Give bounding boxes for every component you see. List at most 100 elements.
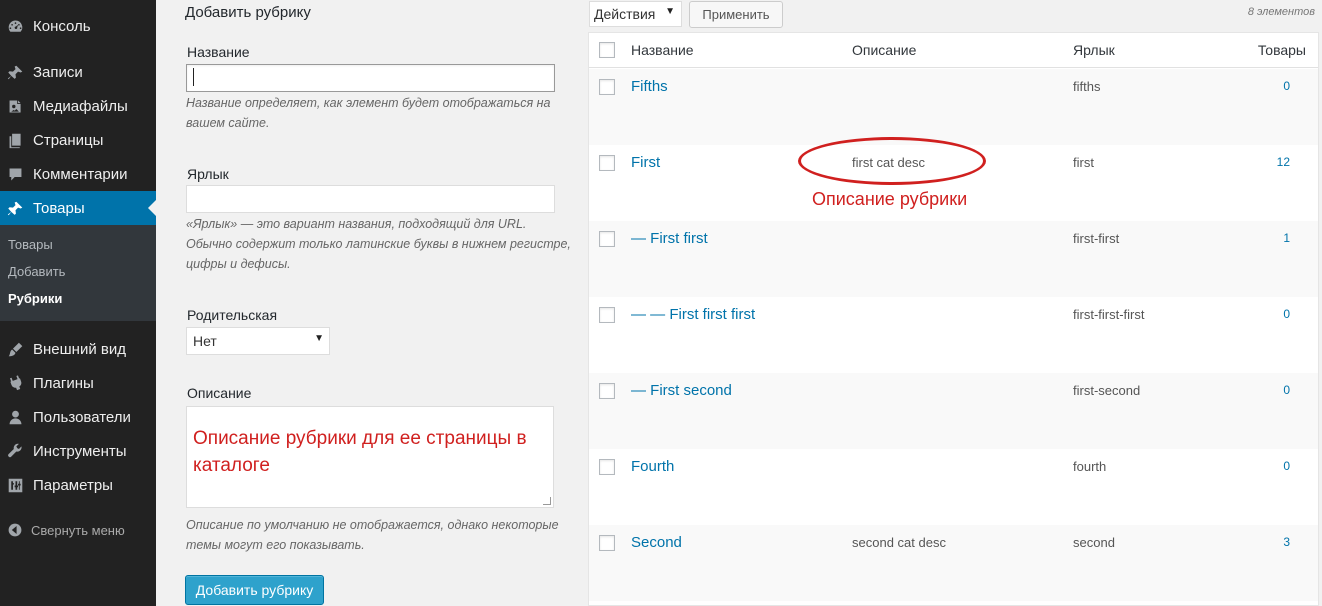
- menu-item-plugins[interactable]: Плагины: [0, 366, 156, 400]
- name-hint: Название определяет, как элемент будет о…: [186, 96, 551, 130]
- category-count-link[interactable]: 12: [1277, 155, 1290, 169]
- collapse-menu-button[interactable]: Свернуть меню: [0, 518, 156, 542]
- category-name-link[interactable]: — First first: [631, 230, 708, 247]
- category-name-link[interactable]: Second: [631, 534, 682, 551]
- category-slug: fifths: [1073, 79, 1101, 94]
- wrench-icon: [6, 442, 24, 460]
- category-name-link[interactable]: Fifths: [631, 78, 668, 95]
- menu-item-label: Внешний вид: [33, 340, 126, 358]
- table-row: — — First first first first-first-first …: [589, 297, 1318, 373]
- row-checkbox[interactable]: [599, 231, 615, 247]
- bulk-actions-value: Действия: [594, 6, 656, 22]
- categories-table: Название Описание Ярлык Товары Fifths fi…: [588, 32, 1319, 606]
- menu-item-label: Страницы: [33, 131, 104, 149]
- pin-icon: [6, 199, 24, 217]
- category-count-link[interactable]: 0: [1283, 307, 1290, 321]
- menu-item-label: Комментарии: [33, 165, 128, 183]
- menu-item-appearance[interactable]: Внешний вид: [0, 332, 156, 366]
- annotation-label: Описание рубрики: [812, 189, 968, 209]
- parent-label: Родительская: [187, 307, 278, 323]
- select-all-checkbox[interactable]: [599, 42, 615, 58]
- resize-handle[interactable]: [543, 497, 551, 505]
- column-header-count[interactable]: Товары: [1258, 42, 1306, 58]
- name-input[interactable]: [186, 64, 555, 92]
- name-label: Название: [187, 44, 250, 60]
- parent-select[interactable]: Нет ▼: [186, 327, 330, 355]
- row-checkbox[interactable]: [599, 459, 615, 475]
- submenu-item-add[interactable]: Добавить: [8, 264, 65, 279]
- slug-hint: «Ярлык» — это вариант названия, подходящ…: [186, 217, 571, 271]
- category-count-link[interactable]: 0: [1283, 383, 1290, 397]
- slug-label: Ярлык: [187, 166, 229, 182]
- pages-icon: [6, 131, 24, 149]
- menu-item-pages[interactable]: Страницы: [0, 123, 156, 157]
- add-category-form: Добавить рубрику Название Название опред…: [156, 0, 576, 606]
- category-name-link[interactable]: — — First first first: [631, 306, 755, 323]
- menu-item-posts[interactable]: Записи: [0, 55, 156, 89]
- column-header-description[interactable]: Описание: [852, 42, 916, 58]
- category-name-link[interactable]: Fourth: [631, 458, 674, 475]
- table-row: Fifths fifths 0: [589, 69, 1318, 145]
- menu-item-tools[interactable]: Инструменты: [0, 434, 156, 468]
- parent-select-value: Нет: [193, 333, 217, 349]
- chevron-down-icon: ▼: [314, 333, 324, 344]
- products-submenu: Товары Добавить Рубрики: [0, 225, 156, 321]
- dashboard-icon: [6, 17, 24, 35]
- table-row: — First second first-second 0: [589, 373, 1318, 449]
- table-header: Название Описание Ярлык Товары: [589, 33, 1318, 68]
- form-title: Добавить рубрику: [185, 4, 311, 21]
- category-slug: fourth: [1073, 459, 1107, 474]
- chevron-down-icon: ▼: [665, 6, 675, 17]
- add-category-button[interactable]: Добавить рубрику: [185, 575, 324, 605]
- brush-icon: [6, 340, 24, 358]
- category-slug: first-first-first: [1073, 307, 1145, 322]
- menu-item-label: Плагины: [33, 374, 94, 392]
- row-checkbox[interactable]: [599, 383, 615, 399]
- menu-item-dashboard[interactable]: Консоль: [0, 9, 156, 43]
- menu-item-settings[interactable]: Параметры: [0, 468, 156, 502]
- slug-input[interactable]: [186, 185, 555, 213]
- category-name-link[interactable]: — First second: [631, 382, 732, 399]
- menu-item-label: Пользователи: [33, 408, 131, 426]
- description-label: Описание: [187, 385, 252, 401]
- category-count-link[interactable]: 0: [1283, 79, 1290, 93]
- menu-item-label: Инструменты: [33, 442, 127, 460]
- menu-item-media[interactable]: Медиафайлы: [0, 89, 156, 123]
- menu-item-users[interactable]: Пользователи: [0, 400, 156, 434]
- category-count-link[interactable]: 0: [1283, 459, 1290, 473]
- description-annotation: Описание рубрики для ее страницы в катал…: [193, 428, 527, 476]
- category-count-link[interactable]: 3: [1283, 535, 1290, 549]
- column-header-slug[interactable]: Ярлык: [1073, 42, 1115, 58]
- category-count-link[interactable]: 1: [1283, 231, 1290, 245]
- categories-list: Действия ▼ Применить 8 элементов Названи…: [576, 0, 1322, 606]
- collapse-menu-label: Свернуть меню: [31, 522, 125, 538]
- menu-item-label: Параметры: [33, 476, 113, 494]
- media-icon: [6, 97, 24, 115]
- row-checkbox[interactable]: [599, 307, 615, 323]
- category-name-link[interactable]: First: [631, 154, 660, 171]
- text-cursor: [193, 68, 194, 87]
- table-row: Second second cat desc second 3: [589, 525, 1318, 601]
- items-count: 8 элементов: [1247, 6, 1315, 18]
- category-slug: first-first: [1073, 231, 1120, 246]
- column-header-name[interactable]: Название: [631, 42, 694, 58]
- menu-item-label: Консоль: [33, 17, 91, 35]
- row-checkbox[interactable]: [599, 155, 615, 171]
- table-row: — First first first-first 1: [589, 221, 1318, 297]
- menu-item-label: Товары: [33, 199, 85, 217]
- submenu-item-products[interactable]: Товары: [8, 237, 53, 252]
- description-textarea[interactable]: Описание рубрики для ее страницы в катал…: [186, 406, 554, 508]
- bulk-actions-select[interactable]: Действия ▼: [589, 1, 682, 27]
- plugin-icon: [6, 374, 24, 392]
- apply-button[interactable]: Применить: [689, 1, 783, 28]
- submenu-item-categories[interactable]: Рубрики: [8, 291, 62, 306]
- menu-item-label: Записи: [33, 63, 83, 81]
- category-slug: first: [1073, 155, 1094, 170]
- menu-item-products[interactable]: Товары: [0, 191, 156, 225]
- category-slug: first-second: [1073, 383, 1141, 398]
- category-slug: second: [1073, 535, 1115, 550]
- description-hint: Описание по умолчанию не отображается, о…: [186, 518, 559, 552]
- row-checkbox[interactable]: [599, 535, 615, 551]
- row-checkbox[interactable]: [599, 79, 615, 95]
- menu-item-comments[interactable]: Комментарии: [0, 157, 156, 191]
